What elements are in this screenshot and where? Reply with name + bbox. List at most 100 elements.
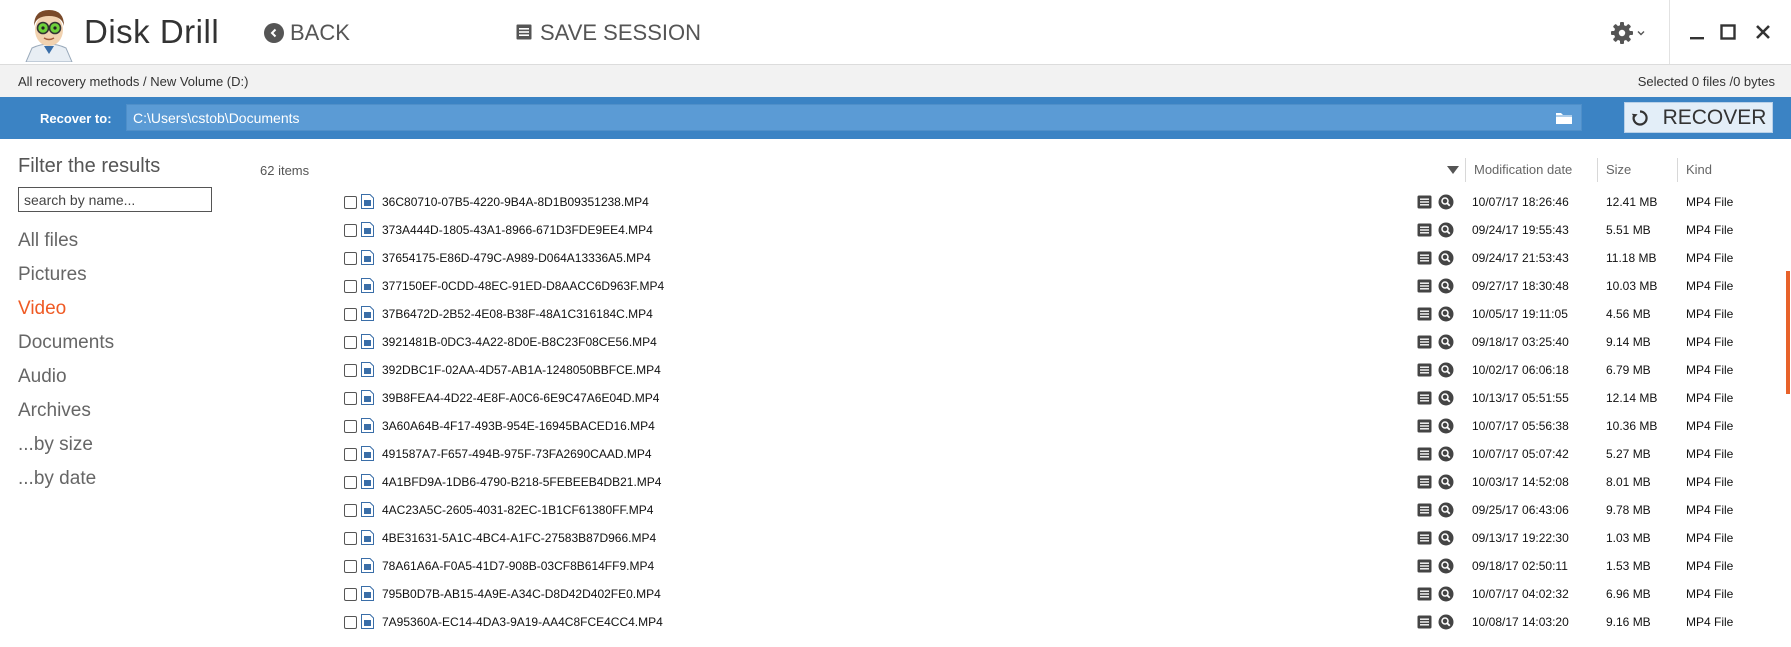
file-info-icon[interactable] [1417, 587, 1432, 601]
file-name: 36C80710-07B5-4220-9B4A-8D1B09351238.MP4 [382, 195, 649, 209]
app-title: Disk Drill [84, 13, 220, 50]
preview-search-icon[interactable] [1438, 586, 1454, 602]
preview-search-icon[interactable] [1438, 194, 1454, 210]
table-row[interactable]: 795B0D7B-AB15-4A9E-A34C-D8D42D402FE0.MP4… [340, 580, 1760, 608]
row-checkbox[interactable] [344, 476, 357, 489]
preview-search-icon[interactable] [1438, 502, 1454, 518]
preview-search-icon[interactable] [1438, 362, 1454, 378]
file-info-icon[interactable] [1417, 223, 1432, 237]
sidebar-item-video[interactable]: Video [18, 292, 114, 326]
preview-search-icon[interactable] [1438, 558, 1454, 574]
app-logo-icon [25, 10, 73, 62]
column-header-date[interactable]: Modification date [1474, 161, 1572, 181]
table-row[interactable]: 491587A7-F657-494B-975F-73FA2690CAAD.MP4… [340, 440, 1760, 468]
table-row[interactable]: 4BE31631-5A1C-4BC4-A1FC-27583B87D966.MP4… [340, 524, 1760, 552]
minimize-button[interactable] [1683, 18, 1711, 46]
sidebar-item-audio[interactable]: Audio [18, 360, 114, 394]
preview-search-icon[interactable] [1438, 306, 1454, 322]
row-checkbox[interactable] [344, 588, 357, 601]
sidebar-item-by-size[interactable]: ...by size [18, 428, 114, 462]
preview-search-icon[interactable] [1438, 474, 1454, 490]
file-info-icon[interactable] [1417, 419, 1432, 433]
scrollbar-thumb[interactable] [1786, 271, 1790, 394]
file-info-icon[interactable] [1417, 615, 1432, 629]
window-controls-divider [1669, 0, 1670, 64]
row-checkbox[interactable] [344, 560, 357, 573]
breadcrumb[interactable]: All recovery methods / New Volume (D:) [18, 74, 248, 89]
column-header-size[interactable]: Size [1606, 161, 1631, 181]
file-info-icon[interactable] [1417, 251, 1432, 265]
sidebar-item-all-files[interactable]: All files [18, 224, 114, 258]
file-info-icon[interactable] [1417, 475, 1432, 489]
row-checkbox[interactable] [344, 224, 357, 237]
recover-button[interactable]: RECOVER [1624, 102, 1773, 133]
sidebar-item-documents[interactable]: Documents [18, 326, 114, 360]
table-row[interactable]: 377150EF-0CDD-48EC-91ED-D8AACC6D963F.MP4… [340, 272, 1760, 300]
table-row[interactable]: 37B6472D-2B52-4E08-B38F-48A1C316184C.MP4… [340, 300, 1760, 328]
settings-button[interactable] [1610, 18, 1650, 48]
row-checkbox[interactable] [344, 448, 357, 461]
maximize-icon [1720, 24, 1736, 40]
preview-search-icon[interactable] [1438, 446, 1454, 462]
file-kind: MP4 File [1686, 475, 1734, 489]
column-header-kind[interactable]: Kind [1686, 161, 1712, 181]
close-button[interactable] [1749, 18, 1777, 46]
table-row[interactable]: 78A61A6A-F0A5-41D7-908B-03CF8B614FF9.MP4… [340, 552, 1760, 580]
row-checkbox[interactable] [344, 532, 357, 545]
recover-path-input[interactable] [133, 105, 1533, 130]
table-row[interactable]: 4AC23A5C-2605-4031-82EC-1B1CF61380FF.MP4… [340, 496, 1760, 524]
row-checkbox[interactable] [344, 616, 357, 629]
file-info-icon[interactable] [1417, 335, 1432, 349]
row-checkbox[interactable] [344, 308, 357, 321]
file-size: 12.14 MB [1606, 391, 1658, 405]
file-info-icon[interactable] [1417, 447, 1432, 461]
file-info-icon[interactable] [1417, 531, 1432, 545]
table-row[interactable]: 4A1BFD9A-1DB6-4790-B218-5FEBEEB4DB21.MP4… [340, 468, 1760, 496]
file-info-icon[interactable] [1417, 279, 1432, 293]
row-checkbox[interactable] [344, 336, 357, 349]
search-by-name-input[interactable] [18, 187, 212, 212]
sort-dropdown-icon[interactable] [1446, 164, 1460, 176]
file-info-icon[interactable] [1417, 391, 1432, 405]
preview-search-icon[interactable] [1438, 418, 1454, 434]
file-size: 9.14 MB [1606, 335, 1651, 349]
row-checkbox[interactable] [344, 504, 357, 517]
table-row[interactable]: 36C80710-07B5-4220-9B4A-8D1B09351238.MP4… [340, 188, 1760, 216]
preview-search-icon[interactable] [1438, 278, 1454, 294]
maximize-button[interactable] [1714, 18, 1742, 46]
video-file-icon [361, 418, 374, 433]
preview-search-icon[interactable] [1438, 614, 1454, 630]
file-info-icon[interactable] [1417, 195, 1432, 209]
preview-search-icon[interactable] [1438, 334, 1454, 350]
table-row[interactable]: 3A60A64B-4F17-493B-954E-16945BACED16.MP4… [340, 412, 1760, 440]
table-row[interactable]: 39B8FEA4-4D22-4E8F-A0C6-6E9C47A6E04D.MP4… [340, 384, 1760, 412]
folder-icon[interactable] [1555, 110, 1573, 126]
save-session-button[interactable]: SAVE SESSION [516, 19, 701, 47]
file-info-icon[interactable] [1417, 503, 1432, 517]
preview-search-icon[interactable] [1438, 390, 1454, 406]
row-checkbox[interactable] [344, 420, 357, 433]
back-button[interactable]: BACK [264, 19, 350, 47]
row-checkbox[interactable] [344, 364, 357, 377]
row-checkbox[interactable] [344, 392, 357, 405]
table-row[interactable]: 392DBC1F-02AA-4D57-AB1A-1248050BBFCE.MP4… [340, 356, 1760, 384]
table-row[interactable]: 3921481B-0DC3-4A22-8D0E-B8C23F08CE56.MP4… [340, 328, 1760, 356]
sidebar-item-by-date[interactable]: ...by date [18, 462, 114, 496]
sidebar-item-pictures[interactable]: Pictures [18, 258, 114, 292]
row-checkbox[interactable] [344, 252, 357, 265]
table-row[interactable]: 373A444D-1805-43A1-8966-671D3FDE9EE4.MP4… [340, 216, 1760, 244]
column-separator [1677, 158, 1678, 182]
table-row[interactable]: 37654175-E86D-479C-A989-D064A13336A5.MP4… [340, 244, 1760, 272]
file-info-icon[interactable] [1417, 307, 1432, 321]
preview-search-icon[interactable] [1438, 222, 1454, 238]
row-checkbox[interactable] [344, 196, 357, 209]
sidebar-item-archives[interactable]: Archives [18, 394, 114, 428]
preview-search-icon[interactable] [1438, 250, 1454, 266]
file-info-icon[interactable] [1417, 559, 1432, 573]
back-button-label: BACK [290, 20, 350, 45]
file-info-icon[interactable] [1417, 363, 1432, 377]
table-row[interactable]: 7A95360A-EC14-4DA3-9A19-AA4C8FCE4CC4.MP4… [340, 608, 1760, 636]
row-checkbox[interactable] [344, 280, 357, 293]
file-size: 9.16 MB [1606, 615, 1651, 629]
preview-search-icon[interactable] [1438, 530, 1454, 546]
